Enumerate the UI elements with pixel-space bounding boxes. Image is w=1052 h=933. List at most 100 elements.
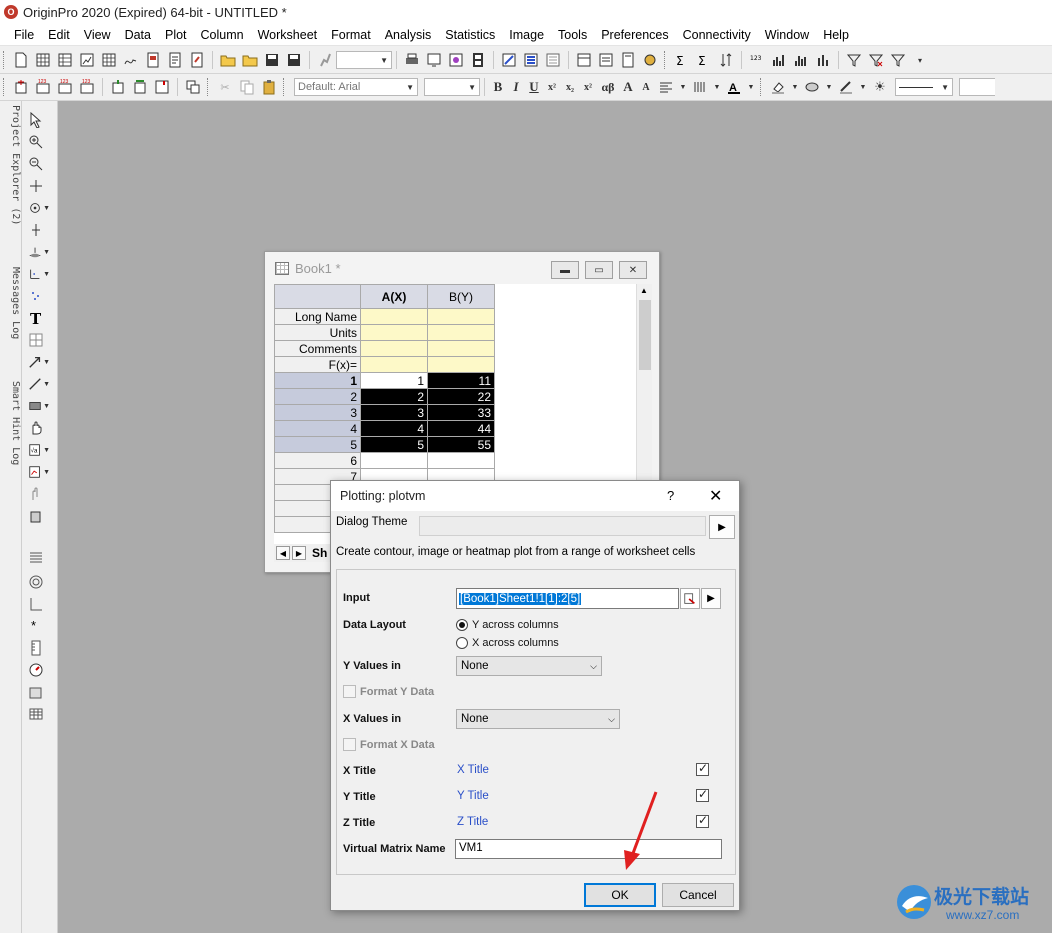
row-number[interactable]: 2 xyxy=(274,388,361,405)
cell[interactable] xyxy=(360,324,428,341)
transpose-icon[interactable] xyxy=(153,78,171,96)
cell[interactable]: 4 xyxy=(360,420,428,437)
prev-sheet-button[interactable]: ◀ xyxy=(276,546,290,560)
menu-tools[interactable]: Tools xyxy=(551,28,594,42)
target-icon[interactable] xyxy=(28,573,50,591)
superscript-icon[interactable]: x² xyxy=(543,82,561,93)
menu-view[interactable]: View xyxy=(77,28,118,42)
cell[interactable] xyxy=(427,340,495,357)
ok-button[interactable]: OK xyxy=(584,883,656,907)
set-x-icon[interactable]: 123 xyxy=(34,78,52,96)
cell[interactable] xyxy=(427,452,495,469)
layer-list-icon[interactable] xyxy=(28,549,50,567)
select-range-icon[interactable] xyxy=(680,588,700,609)
row-number[interactable]: 5 xyxy=(274,436,361,453)
format-y-checkbox[interactable] xyxy=(343,685,356,698)
duplicate-icon[interactable] xyxy=(447,51,465,69)
batch-icon[interactable] xyxy=(597,51,615,69)
scroll-thumb[interactable] xyxy=(639,300,651,370)
cell[interactable] xyxy=(427,308,495,325)
results-log-icon[interactable] xyxy=(522,51,540,69)
column-header-a[interactable]: A(X) xyxy=(360,284,428,309)
x-values-select[interactable]: None ⌵ xyxy=(456,709,620,729)
speed-mode-icon[interactable] xyxy=(28,661,50,679)
x-title-value[interactable]: X Title xyxy=(457,764,489,776)
swap-columns-icon[interactable] xyxy=(131,78,149,96)
menu-connectivity[interactable]: Connectivity xyxy=(676,28,758,42)
data-selector-icon[interactable]: ▼ xyxy=(28,265,50,283)
apps-icon[interactable] xyxy=(641,51,659,69)
theme-menu-button[interactable]: ▶ xyxy=(709,515,735,539)
cell[interactable]: 5 xyxy=(360,436,428,453)
underline-icon[interactable]: U xyxy=(525,79,543,95)
set-y-icon[interactable]: 123 xyxy=(56,78,74,96)
command-window-icon[interactable] xyxy=(544,51,562,69)
brightness-icon[interactable]: ☀ xyxy=(871,78,889,96)
filter-settings-icon[interactable] xyxy=(889,51,907,69)
cell[interactable]: 33 xyxy=(427,404,495,421)
dialog-title-bar[interactable]: Plotting: plotvm xyxy=(331,481,739,511)
merge-icon[interactable] xyxy=(184,78,202,96)
row-number[interactable]: 1 xyxy=(274,372,361,389)
new-project-icon[interactable] xyxy=(12,51,30,69)
decrease-font-icon[interactable]: A xyxy=(637,82,655,93)
row-number[interactable]: 6 xyxy=(274,452,361,469)
close-icon[interactable]: ✕ xyxy=(619,261,647,279)
chevron-up-icon[interactable]: ▲ xyxy=(640,286,648,295)
cell[interactable] xyxy=(360,452,428,469)
remove-filter-icon[interactable] xyxy=(867,51,885,69)
column-header-b[interactable]: B(Y) xyxy=(427,284,495,309)
cell[interactable] xyxy=(360,340,428,357)
sum-icon[interactable]: Σ xyxy=(673,51,691,69)
menu-window[interactable]: Window xyxy=(758,28,816,42)
mask-icon[interactable] xyxy=(28,485,50,503)
add-column-icon[interactable] xyxy=(12,78,30,96)
cut-icon[interactable]: ✂ xyxy=(216,78,234,96)
axis-icon[interactable] xyxy=(28,595,50,613)
line-style-combo[interactable]: ▼ xyxy=(895,78,953,96)
layout-x-across-label[interactable]: X across columns xyxy=(472,637,559,649)
smart-hint-log-tab[interactable]: Smart Hint Log xyxy=(1,381,21,465)
x-title-checkbox[interactable]: ✓ xyxy=(696,761,709,776)
new-layout-icon[interactable] xyxy=(144,51,162,69)
toolbar-grip[interactable] xyxy=(3,51,7,69)
corner-cell[interactable] xyxy=(274,284,361,309)
menu-help[interactable]: Help xyxy=(816,28,856,42)
set-values-icon[interactable]: 123 xyxy=(748,51,766,69)
chevron-down-icon[interactable]: ▼ xyxy=(679,78,687,96)
sort-icon[interactable] xyxy=(717,51,735,69)
stack-plot-icon[interactable] xyxy=(814,51,832,69)
chevron-down-icon[interactable]: ▼ xyxy=(747,78,755,96)
y-values-select[interactable]: None ⌵ xyxy=(456,656,602,676)
line-tool-icon[interactable]: ▼ xyxy=(28,375,50,393)
italic-icon[interactable]: I xyxy=(507,79,525,95)
row-label-units[interactable]: Units xyxy=(274,324,361,341)
cell[interactable] xyxy=(360,356,428,373)
cell[interactable]: 1 xyxy=(360,372,428,389)
input-menu-button[interactable]: ▶ xyxy=(701,588,721,609)
insert-graph-icon[interactable]: ▼ xyxy=(28,463,50,481)
grid-icon[interactable] xyxy=(28,705,50,723)
row-label-fx[interactable]: F(x)= xyxy=(274,356,361,373)
layout-y-across-label[interactable]: Y across columns xyxy=(472,619,559,631)
font-color-icon[interactable]: A xyxy=(725,78,743,96)
new-notes-icon[interactable] xyxy=(166,51,184,69)
calculator-icon[interactable] xyxy=(619,51,637,69)
z-title-value[interactable]: Z Title xyxy=(457,816,488,828)
greek-icon[interactable]: αβ xyxy=(597,80,619,95)
screen-reader-icon[interactable] xyxy=(28,221,50,239)
rectangle-tool-icon[interactable]: ▼ xyxy=(28,397,50,415)
new-excel-icon[interactable] xyxy=(56,51,74,69)
recalculate-icon[interactable] xyxy=(316,51,334,69)
move-column-icon[interactable] xyxy=(109,78,127,96)
line-width-combo[interactable] xyxy=(959,78,995,96)
paste-icon[interactable] xyxy=(260,78,278,96)
film-icon[interactable] xyxy=(469,51,487,69)
cell[interactable]: 55 xyxy=(427,436,495,453)
menu-preferences[interactable]: Preferences xyxy=(594,28,675,42)
scale-icon[interactable]: ▼ xyxy=(28,243,50,261)
font-size-combo[interactable]: ▼ xyxy=(424,78,480,96)
menu-worksheet[interactable]: Worksheet xyxy=(251,28,325,42)
column-width-icon[interactable] xyxy=(691,78,709,96)
chevron-down-icon[interactable]: ▼ xyxy=(713,78,721,96)
